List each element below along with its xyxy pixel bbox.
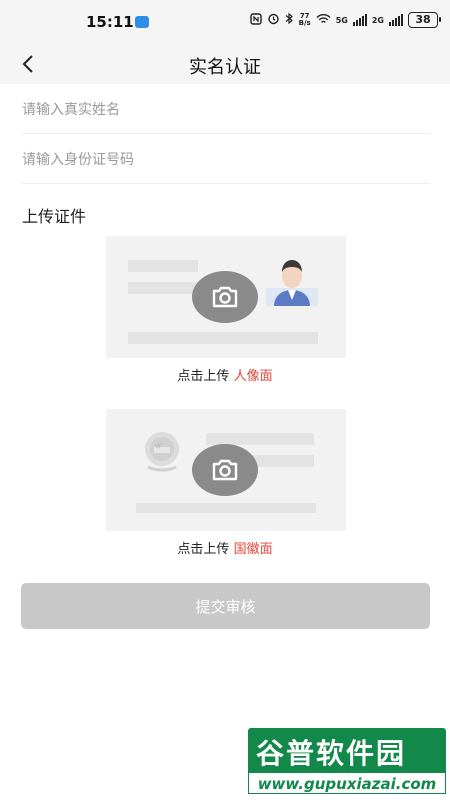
nav-bar: 实名认证: [0, 44, 450, 84]
upload-front-caption[interactable]: 点击上传 人像面: [0, 365, 450, 384]
id-card-front-upload[interactable]: [106, 236, 346, 358]
bluetooth-icon: [285, 12, 294, 28]
upload-front-highlight: 人像面: [233, 369, 273, 384]
camera-icon: [212, 286, 238, 308]
nfc-icon: [249, 12, 262, 28]
camera-icon: [212, 459, 238, 481]
upload-back-highlight: 国徽面: [233, 542, 273, 557]
status-icons: 77 B/s 5G 2G 38: [249, 12, 441, 28]
placeholder-line: [128, 260, 198, 272]
battery-indicator: 38: [408, 12, 441, 28]
name-field-container: [22, 86, 430, 134]
signal-strength-icon: [352, 14, 367, 26]
national-emblem-illustration: [145, 432, 179, 472]
message-notification-icon: [135, 16, 149, 28]
real-name-input[interactable]: [22, 86, 430, 133]
placeholder-line: [128, 332, 318, 344]
signal-strength-2-icon: [389, 14, 403, 26]
camera-button[interactable]: [192, 444, 258, 496]
signal-label-5g: 5G: [335, 15, 348, 25]
upload-back-prefix: 点击上传: [177, 542, 230, 557]
upload-back-caption[interactable]: 点击上传 国徽面: [0, 538, 450, 557]
submit-review-button[interactable]: 提交审核: [21, 583, 430, 629]
watermark: 谷普软件园 www.gupuxiazai.com: [248, 728, 446, 794]
signal-label-2g: 2G: [371, 15, 384, 25]
status-time: 15:11: [86, 13, 134, 31]
upload-section-title: 上传证件: [22, 207, 87, 226]
id-card-back-upload[interactable]: [106, 409, 346, 531]
camera-button[interactable]: [192, 271, 258, 323]
watermark-logo: 谷普软件园: [256, 737, 407, 770]
id-number-input[interactable]: [22, 136, 430, 183]
alarm-icon: [267, 12, 280, 28]
portrait-illustration: [266, 260, 318, 306]
watermark-url: www.gupuxiazai.com: [248, 772, 446, 794]
wifi-icon: [316, 13, 331, 28]
page-title: 实名认证: [189, 57, 261, 78]
network-speed-unit: B/s: [298, 19, 311, 27]
upload-front-prefix: 点击上传: [177, 369, 230, 384]
id-field-container: [22, 136, 430, 184]
network-speed: 77 B/s: [299, 13, 311, 27]
placeholder-line: [136, 503, 316, 513]
status-bar: 15:11 77 B/s 5G 2G 38: [0, 0, 450, 44]
